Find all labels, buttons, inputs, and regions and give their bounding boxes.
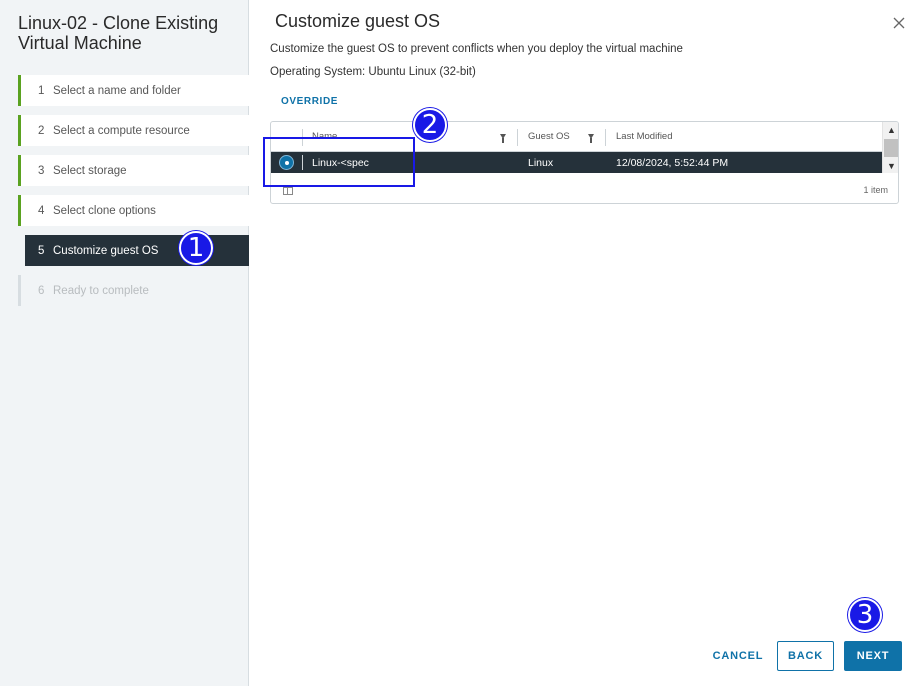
wizard-main: Customize guest OS Customize the guest O…: [249, 0, 917, 686]
step-number: 2: [38, 124, 45, 137]
override-button[interactable]: OVERRIDE: [281, 96, 338, 107]
wizard-steps: 1 Select a name and folder 2 Select a co…: [18, 75, 249, 315]
back-button[interactable]: BACK: [777, 641, 834, 671]
vertical-scrollbar[interactable]: ▲ ▼: [882, 122, 898, 173]
step-label: Select a compute resource: [53, 124, 190, 137]
step-select-compute-resource[interactable]: 2 Select a compute resource: [18, 115, 249, 146]
step-label: Select a name and folder: [53, 84, 181, 97]
scrollbar-thumb[interactable]: [884, 139, 898, 157]
cell-last-modified: 12/08/2024, 5:52:44 PM: [616, 157, 729, 169]
close-icon[interactable]: [892, 16, 906, 30]
column-header-last-modified[interactable]: Last Modified: [616, 131, 673, 142]
step-ready-to-complete: 6 Ready to complete: [18, 275, 249, 306]
step-label: Customize guest OS: [53, 244, 159, 257]
scroll-up-icon[interactable]: ▲: [887, 126, 896, 135]
step-customize-guest-os[interactable]: 5 Customize guest OS: [18, 235, 249, 266]
step-marker-2: 2: [413, 108, 447, 142]
step-select-storage[interactable]: 3 Select storage: [18, 155, 249, 186]
step-number: 1: [38, 84, 45, 97]
column-separator: [605, 129, 606, 146]
step-label: Select storage: [53, 164, 127, 177]
highlight-box: [263, 137, 415, 187]
step-select-clone-options[interactable]: 4 Select clone options: [18, 195, 249, 226]
column-header-guest-os[interactable]: Guest OS: [528, 131, 570, 142]
step-label: Select clone options: [53, 204, 156, 217]
cell-guest-os: Linux: [528, 157, 554, 169]
step-number: 6: [38, 284, 45, 297]
cancel-button[interactable]: CANCEL: [707, 641, 769, 671]
page-title: Customize guest OS: [275, 11, 441, 31]
step-number: 3: [38, 164, 45, 177]
wizard-title: Linux-02 - Clone Existing Virtual Machin…: [18, 13, 219, 53]
operating-system-label: Operating System: Ubuntu Linux (32-bit): [270, 66, 476, 78]
column-toggle-icon[interactable]: [283, 187, 293, 195]
step-select-name-folder[interactable]: 1 Select a name and folder: [18, 75, 249, 106]
filter-icon[interactable]: [500, 134, 506, 143]
wizard-sidebar: Linux-02 - Clone Existing Virtual Machin…: [0, 0, 249, 686]
step-marker-1: 1: [179, 231, 213, 265]
clone-vm-wizard: Linux-02 - Clone Existing Virtual Machin…: [0, 0, 917, 686]
step-number: 5: [38, 244, 45, 257]
page-description: Customize the guest OS to prevent confli…: [270, 43, 683, 55]
column-separator: [517, 129, 518, 146]
step-label: Ready to complete: [53, 284, 149, 297]
step-number: 4: [38, 204, 45, 217]
scroll-down-icon[interactable]: ▼: [887, 162, 896, 171]
filter-icon[interactable]: [588, 134, 594, 143]
step-marker-3: 3: [848, 598, 882, 632]
next-button[interactable]: NEXT: [844, 641, 902, 671]
item-count: 1 item: [863, 185, 888, 195]
